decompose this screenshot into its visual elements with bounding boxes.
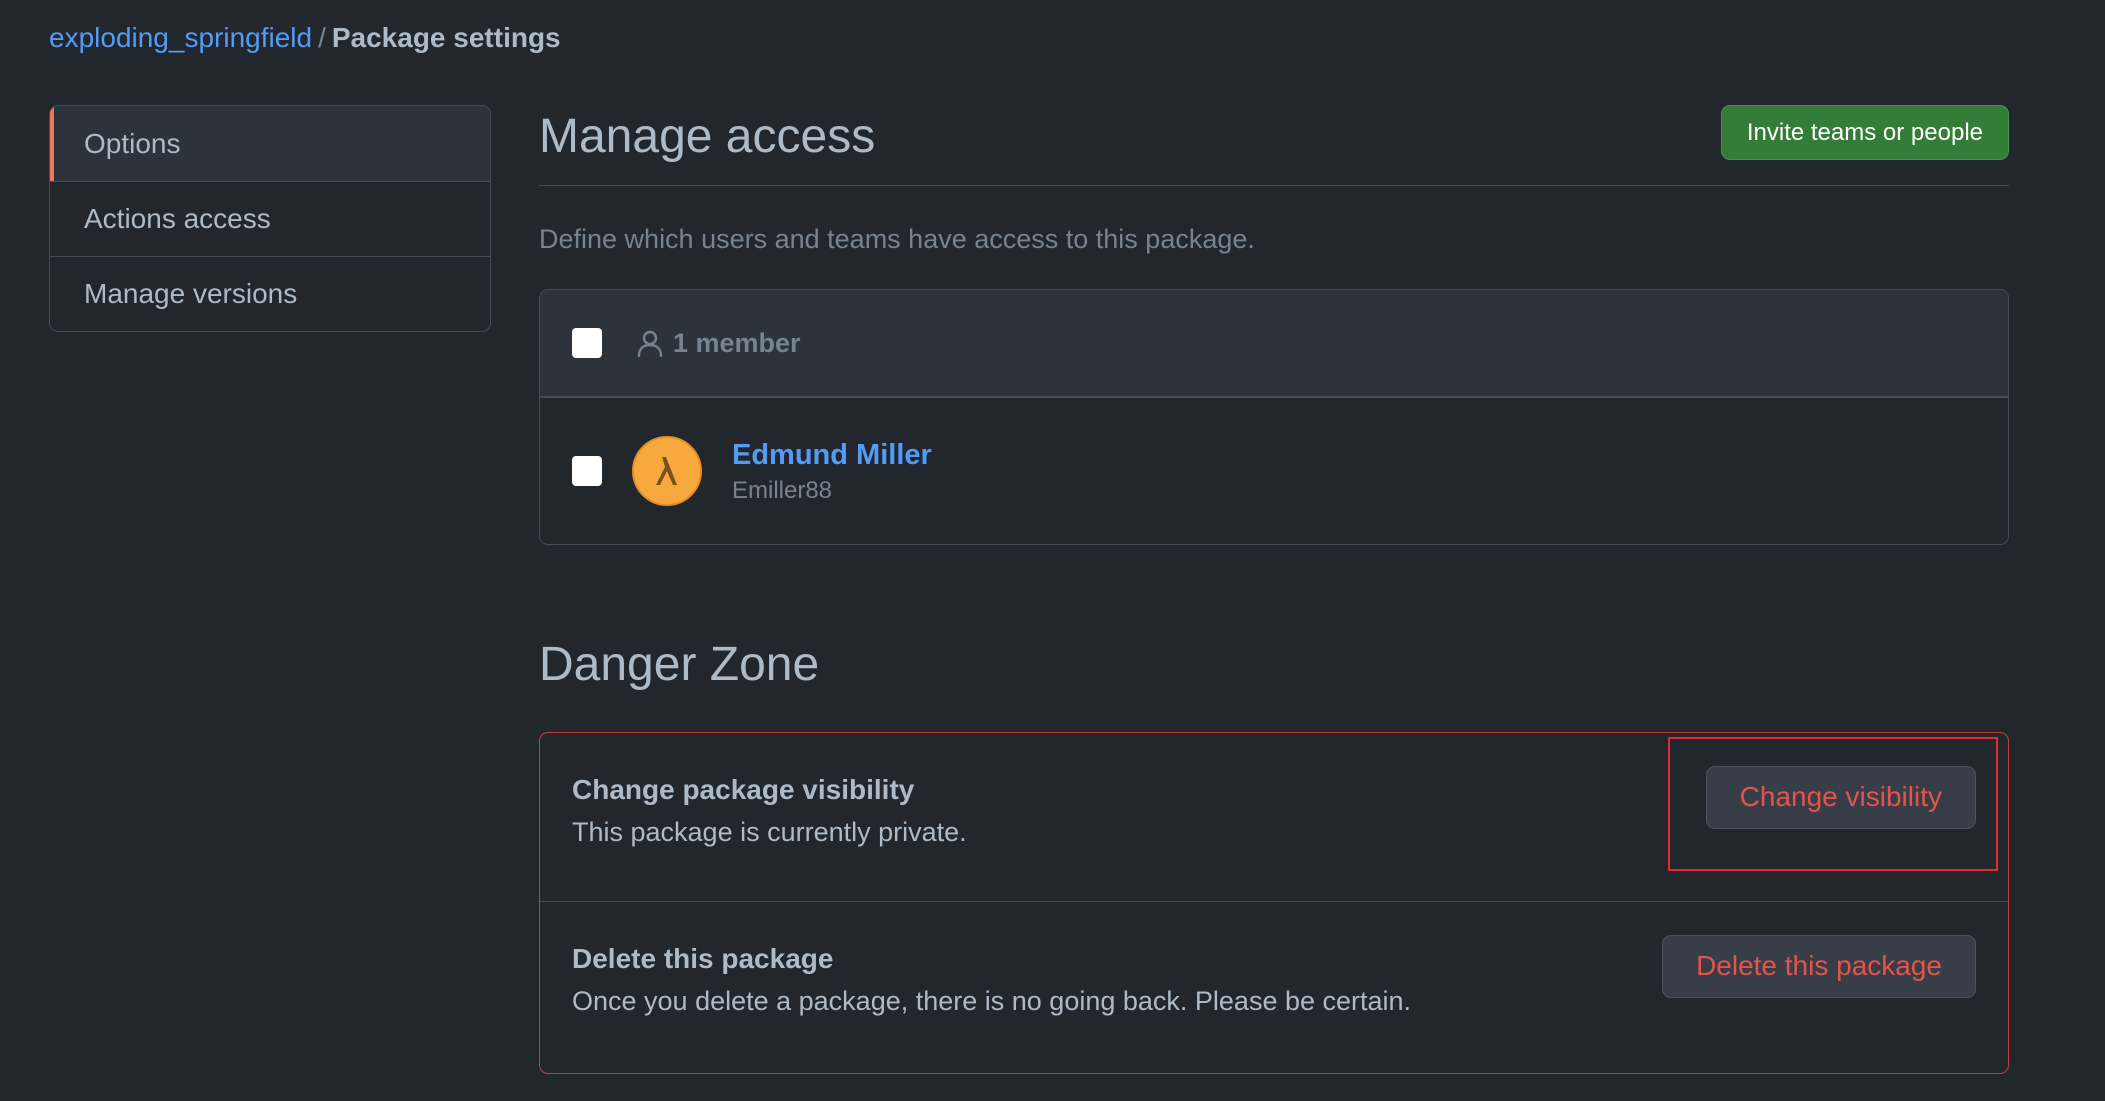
member-list-header: 1 member — [540, 290, 2008, 398]
main-content: Manage access Invite teams or people Def… — [539, 105, 2009, 1074]
sidebar-item-options[interactable]: Options — [50, 106, 490, 181]
breadcrumb-owner-link[interactable]: exploding_springfield — [49, 22, 312, 53]
member-list: 1 member Edmund Miller Emiller88 — [539, 289, 2009, 545]
member-login: Emiller88 — [732, 477, 833, 504]
sidebar-item-label: Actions access — [84, 203, 271, 234]
member-count: 1 member — [637, 328, 801, 359]
change-visibility-row: Change package visibility This package i… — [540, 733, 2008, 901]
member-count-label: 1 member — [673, 327, 801, 358]
breadcrumb-separator: / — [318, 22, 326, 53]
avatar[interactable] — [632, 436, 702, 506]
manage-access-title: Manage access — [539, 110, 876, 163]
invite-teams-button[interactable]: Invite teams or people — [1720, 105, 2009, 160]
sidebar-item-manage-versions[interactable]: Manage versions — [50, 256, 490, 331]
select-all-checkbox[interactable] — [572, 328, 602, 358]
package-settings-page: exploding_springfield / Package settings O… — [0, 0, 2105, 1101]
member-info: Edmund Miller Emiller88 — [732, 437, 932, 505]
member-name-link[interactable]: Edmund Miller — [732, 437, 932, 473]
identicon-avatar-icon — [656, 457, 677, 485]
sidebar-item-label: Options — [84, 127, 181, 159]
member-checkbox[interactable] — [572, 456, 602, 486]
breadcrumb-current: Package settings — [331, 22, 561, 53]
manage-access-header: Manage access Invite teams or people — [539, 105, 2009, 186]
sidebar-item-actions-access[interactable]: Actions access — [50, 181, 490, 256]
member-row: Edmund Miller Emiller88 — [540, 398, 2008, 544]
manage-access-description: Define which users and teams have access… — [539, 224, 1255, 254]
sidebar-item-label: Manage versions — [84, 278, 298, 309]
delete-package-row: Delete this package Once you delete a pa… — [540, 900, 2008, 1073]
danger-zone-title: Danger Zone — [539, 638, 820, 691]
delete-package-button[interactable]: Delete this package — [1662, 934, 1976, 998]
change-visibility-button[interactable]: Change visibility — [1705, 765, 1976, 829]
danger-zone-box: Change package visibility This package i… — [539, 731, 2009, 1074]
breadcrumb: exploding_springfield / Package settings — [49, 22, 561, 54]
settings-sidebar: Options Actions access Manage versions — [49, 105, 491, 332]
person-icon — [637, 330, 663, 357]
